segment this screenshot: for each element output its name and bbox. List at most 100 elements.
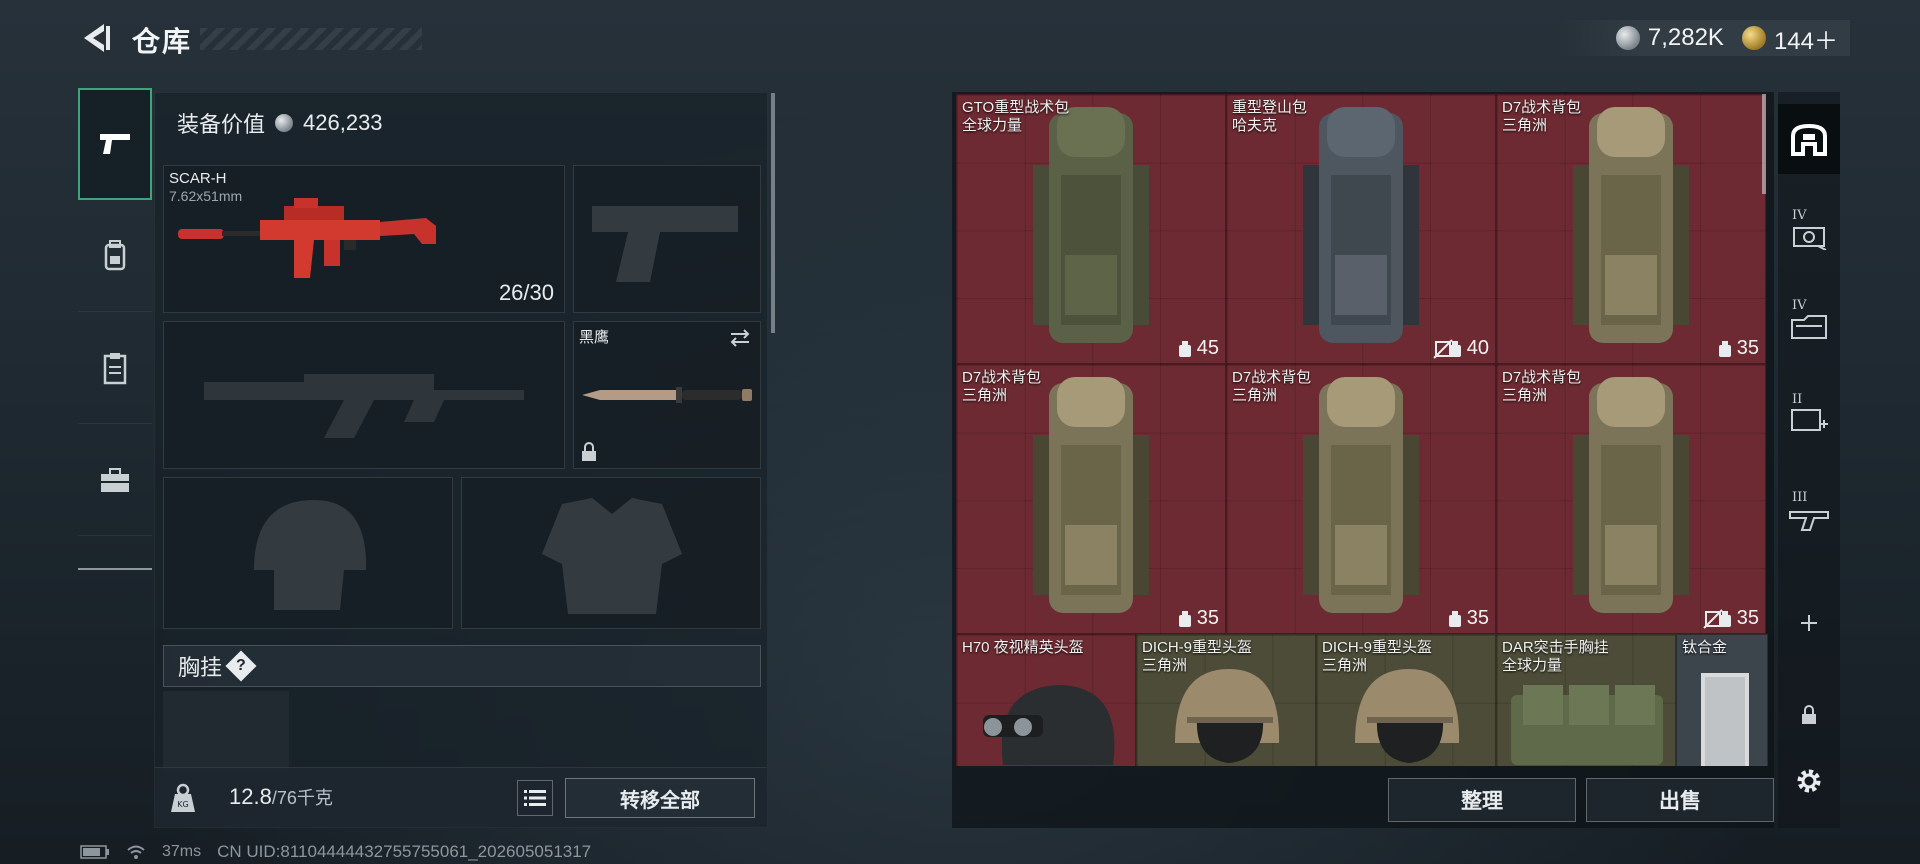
- backpack-image: [1033, 107, 1149, 343]
- rifle-part-icon: [1789, 511, 1829, 531]
- back-arrow-icon: [84, 24, 110, 52]
- carry-weight: 12.8/76千克: [229, 784, 333, 810]
- body-armor-slot[interactable]: [461, 477, 761, 629]
- item-name: D7战术背包: [1502, 369, 1582, 386]
- user-uid: CN UID:81104444432755755061_202605051317: [217, 842, 592, 861]
- stash-panel: GTO重型战术包 全球力量 45 重型登山包 哈夫克 40 D7战术背包 三角洲…: [952, 92, 1774, 828]
- item-subtitle: 三角洲: [1232, 387, 1278, 404]
- item-name: D7战术背包: [962, 369, 1042, 386]
- currency-bar: 7,282K 144＋: [1555, 20, 1850, 56]
- ammo-box-icon: [1793, 227, 1827, 250]
- title-decoration: [200, 28, 422, 50]
- list-view-button[interactable]: [517, 780, 553, 816]
- item-subtitle: 三角洲: [1502, 117, 1548, 134]
- filter-all[interactable]: [1778, 104, 1840, 174]
- silver-amount: 7,282K: [1647, 24, 1724, 51]
- category-sidebar: [78, 88, 152, 570]
- status-bar: 37ms CN UID:81104444432755755061_2026050…: [80, 842, 591, 862]
- medkit-icon: [1791, 409, 1828, 431]
- item-subtitle: 三角洲: [1502, 387, 1548, 404]
- lock-filter-button[interactable]: [1778, 680, 1840, 750]
- item-subtitle: 三角洲: [1322, 657, 1368, 674]
- category-divider: [78, 568, 152, 570]
- capacity-icon: [1718, 610, 1731, 627]
- capacity-icon: [1178, 610, 1191, 627]
- knife-image: [582, 387, 752, 403]
- helmet-placeholder-icon: [254, 500, 367, 610]
- category-backpack[interactable]: [78, 200, 152, 312]
- secondary-weapon-slot[interactable]: [163, 321, 565, 469]
- stash-item[interactable]: D7战术背包 三角洲 35: [1496, 364, 1766, 634]
- loadout-panel: 装备价值 426,233 SCAR-H 7.62x51mm 26/30 黑鹰 胸…: [154, 92, 775, 828]
- stash-item[interactable]: 重型登山包 哈夫克 40: [1226, 94, 1496, 364]
- sort-button[interactable]: 整理: [1388, 778, 1576, 822]
- item-subtitle: 全球力量: [962, 117, 1023, 134]
- item-name: DAR突击手胸挂: [1502, 639, 1609, 656]
- helmet-slot[interactable]: [163, 477, 453, 629]
- category-chest-rig[interactable]: [78, 312, 152, 424]
- scar-h-rifle-image: [178, 198, 436, 278]
- add-filter-button[interactable]: [1778, 588, 1840, 658]
- back-button[interactable]: [78, 20, 114, 56]
- item-name: H70 夜视精英头盔: [962, 639, 1084, 656]
- stash-item[interactable]: H70 夜视精英头盔: [956, 634, 1136, 766]
- weight-current: 12.8: [229, 784, 272, 809]
- stash-item[interactable]: DICH-9重型头盔 三角洲: [1316, 634, 1496, 766]
- filter-parts[interactable]: III: [1778, 482, 1840, 552]
- sell-button[interactable]: 出售: [1586, 778, 1774, 822]
- backpack-image: [1573, 377, 1689, 613]
- titanium-plate-image: [1701, 673, 1749, 766]
- stash-grid: GTO重型战术包 全球力量 45 重型登山包 哈夫克 40 D7战术背包 三角洲…: [956, 94, 1768, 766]
- equipment-value: 装备价值 426,233: [177, 107, 383, 139]
- toolbox-icon: [101, 467, 129, 492]
- filter-magazine[interactable]: IV: [1778, 290, 1840, 360]
- stash-item[interactable]: D7战术背包 三角洲 35: [1496, 94, 1766, 364]
- transfer-all-button[interactable]: 转移全部: [565, 778, 755, 818]
- primary-weapon-slot[interactable]: SCAR-H 7.62x51mm 26/30: [163, 165, 565, 313]
- sidearm-slot[interactable]: [573, 165, 761, 313]
- filter-medical[interactable]: II: [1778, 384, 1840, 454]
- category-tools[interactable]: [78, 424, 152, 536]
- loadout-scrollbar[interactable]: [771, 93, 775, 333]
- silver-currency[interactable]: 7,282K: [1615, 24, 1724, 52]
- capacity-icon: [1448, 340, 1461, 357]
- stash-item[interactable]: D7战术背包 三角洲 35: [956, 364, 1226, 634]
- page-title: 仓库: [132, 26, 193, 57]
- backpack-image: [1033, 377, 1149, 613]
- category-weapons[interactable]: [78, 88, 152, 200]
- capacity-icon: [1448, 610, 1461, 627]
- help-icon[interactable]: ?: [225, 650, 257, 682]
- item-subtitle: 三角洲: [962, 387, 1008, 404]
- weapon-ammo: 26/30: [498, 280, 554, 305]
- armor-placeholder-icon: [542, 498, 682, 614]
- gear-icon: [1797, 769, 1821, 793]
- item-name: 重型登山包: [1232, 99, 1308, 116]
- item-capacity: 35: [1196, 607, 1219, 629]
- item-name: GTO重型战术包: [962, 99, 1070, 116]
- stash-item[interactable]: 钛合金: [1676, 634, 1768, 766]
- stash-item[interactable]: DAR突击手胸挂 全球力量: [1496, 634, 1676, 766]
- silver-coin-icon: [275, 114, 294, 132]
- swap-icon[interactable]: [728, 328, 752, 348]
- item-subtitle: 全球力量: [1502, 657, 1563, 674]
- equipment-value-label: 装备价值: [177, 112, 266, 137]
- pistol-icon: [100, 134, 130, 154]
- melee-slot[interactable]: 黑鹰: [573, 321, 761, 469]
- settings-button[interactable]: [1778, 746, 1840, 816]
- pistol-placeholder-icon: [592, 206, 738, 282]
- item-capacity: 40: [1466, 337, 1489, 359]
- item-name: D7战术背包: [1502, 99, 1582, 116]
- stash-item[interactable]: GTO重型战术包 全球力量 45: [956, 94, 1226, 364]
- lock-icon: [582, 442, 596, 461]
- chest-rig-slot[interactable]: [163, 691, 289, 771]
- stash-scrollbar[interactable]: [1762, 94, 1766, 194]
- list-icon: [524, 790, 546, 806]
- svg-text:KG: KG: [177, 800, 188, 809]
- stash-item[interactable]: DICH-9重型头盔 三角洲: [1136, 634, 1316, 766]
- gold-currency[interactable]: 144＋: [1741, 21, 1838, 56]
- equipment-value-amount: 426,233: [303, 110, 383, 135]
- stash-item[interactable]: D7战术背包 三角洲 35: [1226, 364, 1496, 634]
- filter-ammo[interactable]: IV: [1778, 200, 1840, 270]
- capacity-icon: [1718, 340, 1731, 357]
- capacity-icon: [1178, 340, 1191, 357]
